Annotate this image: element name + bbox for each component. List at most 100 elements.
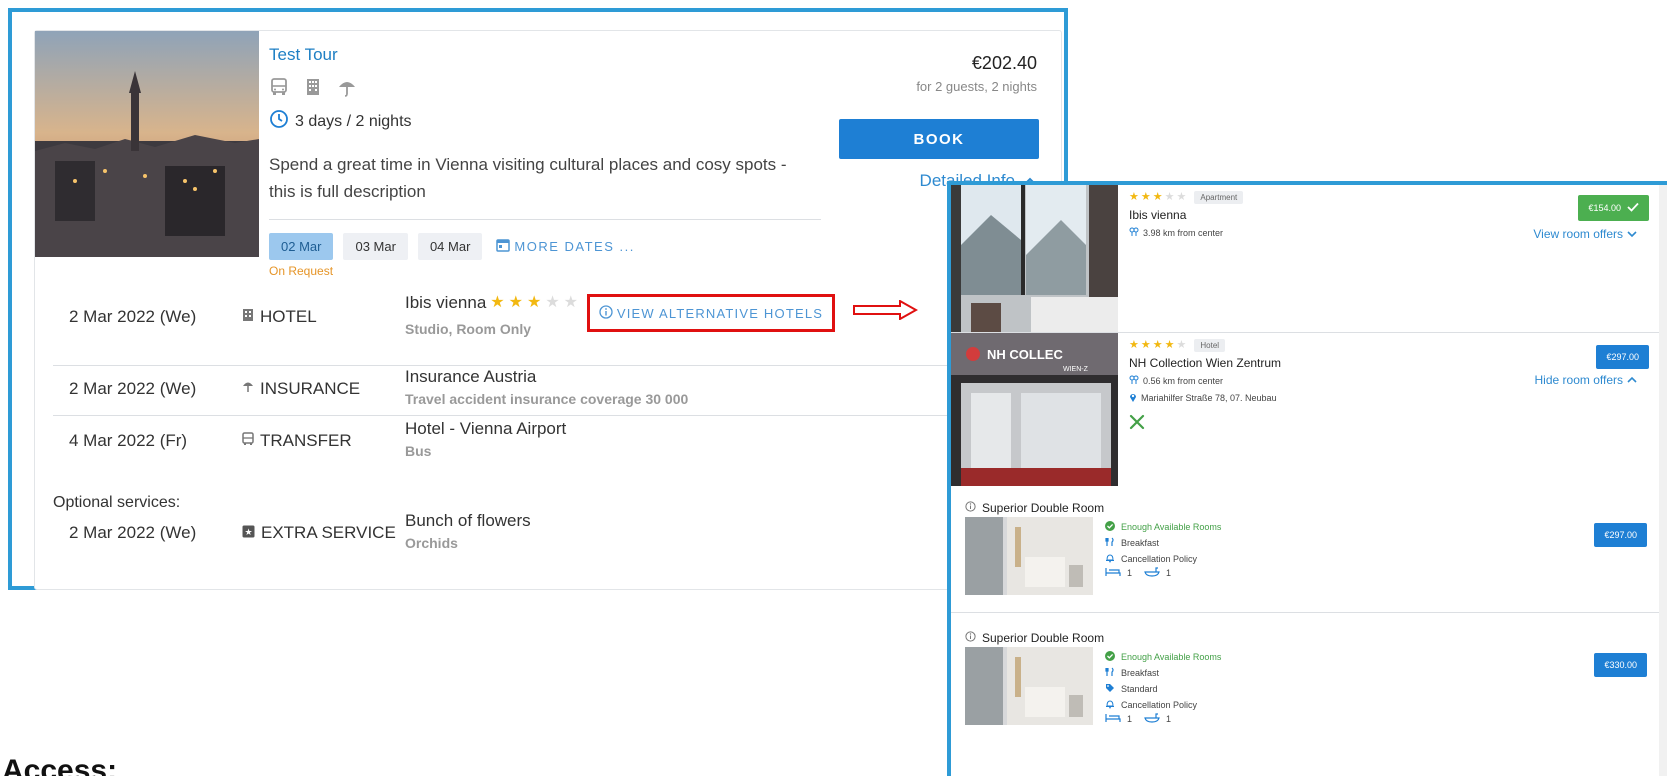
feature-text: Breakfast [1121, 538, 1160, 548]
service-date: 4 Mar 2022 (Fr) [69, 431, 188, 450]
star-icon: ★ [1152, 339, 1163, 351]
tour-photo [35, 31, 259, 257]
star-empty-icon: ★ [545, 294, 560, 311]
star-empty-icon: ★ [1164, 191, 1175, 203]
hotel-name[interactable]: Ibis vienna [1129, 208, 1243, 222]
star-icon: ★ [1140, 339, 1151, 351]
tag-icon [1105, 683, 1115, 695]
hotel-stars: ★ ★ ★ ★ ★ Hotel [1129, 339, 1281, 352]
building-icon [303, 77, 323, 102]
service-type: TRANSFER [242, 431, 352, 451]
room-capacity: 1 1 [1105, 567, 1221, 579]
price-label: €297.00 [1604, 530, 1637, 540]
offers-link-label: Hide room offers [1534, 373, 1623, 387]
service-name: Ibis vienna ★ ★ ★ ★ ★ [405, 293, 578, 313]
duration-text: 3 days / 2 nights [295, 112, 412, 130]
hotel-name[interactable]: NH Collection Wien Zentrum [1129, 356, 1281, 370]
distance-text: 3.98 km from center [1143, 228, 1224, 238]
map-marker-icon [1129, 392, 1137, 404]
service-sub: Studio, Room Only [405, 321, 531, 337]
beds-count: 1 [1127, 568, 1133, 578]
service-type: INSURANCE [242, 379, 360, 399]
building-icon [242, 307, 254, 327]
service-type: HOTEL [242, 307, 317, 327]
hotel-card[interactable]: NH COLLEC WIEN-Z ★ ★ ★ ★ ★ Hotel NH Coll… [951, 333, 1667, 486]
room-feature: Breakfast [1105, 665, 1221, 681]
view-room-offers-link[interactable]: View room offers [1533, 227, 1637, 241]
room-offer: Superior Double Room Enough Available Ro… [965, 631, 1665, 725]
info-icon [965, 631, 976, 645]
fork-knife-icon [1105, 667, 1115, 679]
check-icon [1627, 202, 1639, 214]
hotel-address: Mariahilfer Straße 78, 07. Neubau [1129, 392, 1281, 404]
room-availability: Enough Available Rooms [1105, 519, 1221, 535]
hotel-price-button[interactable]: €154.00 [1578, 195, 1649, 221]
service-type-label: TRANSFER [260, 431, 352, 450]
hide-room-offers-link[interactable]: Hide room offers [1535, 373, 1637, 387]
hotel-distance: 3.98 km from center [1129, 227, 1243, 239]
view-alternative-hotels-button[interactable]: VIEW ALTERNATIVE HOTELS [587, 294, 835, 332]
baths-count: 1 [1166, 568, 1172, 578]
room-feature: Cancellation Policy [1105, 697, 1221, 713]
row-divider [53, 415, 953, 416]
date-chip-02-mar[interactable]: 02 Mar [269, 233, 334, 260]
price-label: €330.00 [1604, 660, 1637, 670]
service-type: ★ EXTRA SERVICE [242, 523, 396, 543]
bus-icon [242, 431, 254, 451]
offers-link-label: View room offers [1533, 227, 1623, 241]
star-icon: ★ [526, 294, 542, 311]
tour-card-frame: Test Tour 3 days / 2 nights Spend a grea… [8, 8, 1068, 590]
tour-service-icons [269, 77, 357, 102]
check-circle-icon [1105, 521, 1115, 533]
view-alternative-label: VIEW ALTERNATIVE HOTELS [616, 305, 824, 321]
scrollbar[interactable] [1659, 185, 1667, 776]
chevron-down-icon [1627, 227, 1637, 241]
availability-text: Enough Available Rooms [1121, 522, 1222, 532]
bed-icon [1105, 567, 1121, 579]
room-title[interactable]: Superior Double Room [965, 501, 1665, 515]
service-type-label: INSURANCE [260, 379, 361, 398]
service-date: 2 Mar 2022 (We) [69, 379, 197, 398]
feature-text: Standard [1121, 684, 1158, 694]
bell-icon [1105, 699, 1115, 711]
bathtub-icon [1144, 567, 1160, 579]
feature-text: Breakfast [1121, 668, 1160, 678]
service-name: Hotel - Vienna Airport [405, 419, 567, 438]
price-label: €154.00 [1588, 203, 1621, 213]
feature-text: Cancellation Policy [1121, 554, 1198, 564]
room-price-button[interactable]: €330.00 [1594, 653, 1647, 677]
room-feature: Cancellation Policy [1105, 551, 1221, 567]
tour-title[interactable]: Test Tour [269, 45, 338, 65]
room-title-text: Superior Double Room [982, 501, 1105, 515]
room-price-button[interactable]: €297.00 [1594, 523, 1647, 547]
bell-icon [1105, 553, 1115, 565]
address-text: Mariahilfer Straße 78, 07. Neubau [1141, 393, 1277, 403]
hotel-card[interactable]: ★ ★ ★ ★ ★ Apartment Ibis vienna 3.98 km … [951, 185, 1667, 347]
star-icon: ★ [1140, 191, 1151, 203]
date-chip-03-mar[interactable]: 03 Mar [343, 233, 408, 260]
room-title[interactable]: Superior Double Room [965, 631, 1665, 645]
star-empty-icon: ★ [1176, 339, 1187, 351]
date-chip-04-mar[interactable]: 04 Mar [417, 233, 483, 260]
service-row-insurance: 2 Mar 2022 (We) INSURANCE Insurance Aust… [35, 367, 975, 421]
star-icon: ★ [1152, 191, 1163, 203]
hotel-type-badge: Apartment [1194, 191, 1244, 204]
bathtub-icon [1144, 713, 1160, 725]
service-sub: Bus [405, 443, 432, 459]
bed-icon [1105, 713, 1121, 725]
room-feature: Standard [1105, 681, 1221, 697]
service-type-label: HOTEL [260, 307, 317, 326]
hotel-price-button[interactable]: €297.00 [1596, 345, 1649, 369]
book-button[interactable]: BOOK [839, 119, 1039, 159]
star-icon: ★ [490, 294, 505, 311]
feature-text: Cancellation Policy [1121, 700, 1198, 710]
optional-services-heading: Optional services: [53, 494, 181, 511]
star-icon: ★ [1129, 339, 1139, 351]
hotel-name: Ibis vienna [405, 293, 487, 312]
hotel-info: ★ ★ ★ ★ ★ Apartment Ibis vienna 3.98 km … [1129, 191, 1244, 239]
fork-knife-icon [1105, 537, 1115, 549]
hotel-photo [951, 185, 1118, 347]
date-selector: 02 Mar 03 Mar 04 Mar MORE DATES ... [269, 233, 635, 260]
more-dates-button[interactable]: MORE DATES ... [496, 238, 634, 255]
room-divider [951, 612, 1667, 613]
